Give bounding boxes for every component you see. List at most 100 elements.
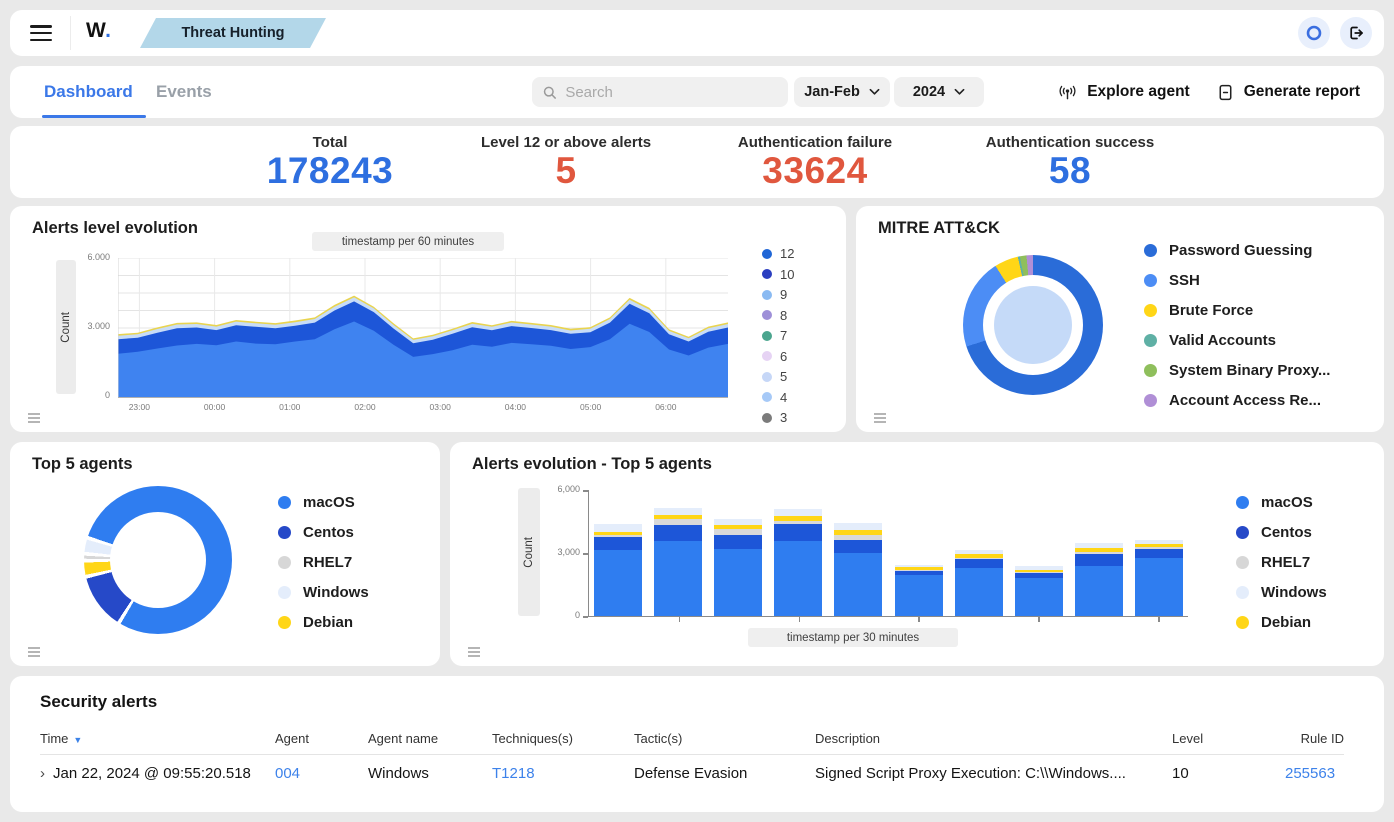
cell-level: 10 xyxy=(1172,765,1285,782)
logout-button[interactable] xyxy=(1340,17,1372,49)
y-tick: 6.000 xyxy=(76,252,110,262)
legend-item[interactable]: Debian xyxy=(1236,614,1327,631)
legend-dot-icon xyxy=(1144,394,1157,407)
bar-segment-macOS xyxy=(1075,566,1123,616)
bar-segment-Centos xyxy=(1075,554,1123,567)
period-dropdown[interactable]: Jan-Feb xyxy=(794,77,890,107)
search-input[interactable] xyxy=(565,84,778,101)
panel-options-icon[interactable] xyxy=(28,413,40,423)
top5-donut-chart[interactable] xyxy=(84,486,232,634)
year-dropdown[interactable]: 2024 xyxy=(894,77,984,107)
bar-b3[interactable] xyxy=(714,519,762,616)
cell-tactics: Defense Evasion xyxy=(634,765,815,782)
legend-item[interactable]: 6 xyxy=(762,349,794,364)
col-techniques[interactable]: Techniques(s) xyxy=(492,731,634,746)
search-box[interactable] xyxy=(532,77,788,107)
legend-item[interactable]: SSH xyxy=(1144,272,1330,289)
mitre-donut-chart[interactable] xyxy=(963,255,1103,395)
panel-options-icon[interactable] xyxy=(28,647,40,657)
generate-report-button[interactable]: Generate report xyxy=(1216,83,1360,102)
legend-item[interactable]: Centos xyxy=(1236,524,1327,541)
legend-item[interactable]: Windows xyxy=(278,584,369,601)
bar-b9[interactable] xyxy=(1075,543,1123,616)
bar-b5[interactable] xyxy=(834,523,882,616)
legend-item[interactable]: 10 xyxy=(762,267,794,282)
x-axis-tick xyxy=(1038,616,1040,622)
y-axis-tick xyxy=(583,616,588,618)
col-level[interactable]: Level xyxy=(1172,731,1285,746)
explore-agent-button[interactable]: Explore agent xyxy=(1057,83,1190,101)
legend-item[interactable]: 12 xyxy=(762,246,794,261)
cell-rule-id-link[interactable]: 255563 xyxy=(1285,765,1344,782)
bar-b10[interactable] xyxy=(1135,540,1183,616)
tab-events[interactable]: Events xyxy=(156,66,212,118)
bar-b2[interactable] xyxy=(654,508,702,616)
tab-dashboard[interactable]: Dashboard xyxy=(44,66,133,118)
legend-item[interactable]: 9 xyxy=(762,287,794,302)
bar-b1[interactable] xyxy=(594,524,642,616)
panel-options-icon[interactable] xyxy=(874,413,886,423)
app-tab-threat-hunting[interactable]: Threat Hunting xyxy=(140,18,326,48)
legend-dot-icon xyxy=(1144,274,1157,287)
bar-b7[interactable] xyxy=(955,550,1003,616)
legend-item[interactable]: RHEL7 xyxy=(278,554,369,571)
bar-b4[interactable] xyxy=(774,509,822,616)
legend-label: Brute Force xyxy=(1169,302,1253,319)
status-circle-button[interactable] xyxy=(1298,17,1330,49)
stat-auth-failure: Authentication failure 33624 xyxy=(738,134,892,192)
legend-item[interactable]: 5 xyxy=(762,369,794,384)
panel-title: Alerts level evolution xyxy=(32,219,198,238)
legend-item[interactable]: Centos xyxy=(278,524,369,541)
col-time[interactable]: Time▼ xyxy=(40,731,275,746)
expand-row-icon[interactable]: › xyxy=(40,765,45,782)
legend-item[interactable]: Debian xyxy=(278,614,369,631)
col-agent[interactable]: Agent xyxy=(275,731,368,746)
col-description[interactable]: Description xyxy=(815,731,1172,746)
document-icon xyxy=(1216,83,1235,102)
legend-item[interactable]: Windows xyxy=(1236,584,1327,601)
area-chart[interactable] xyxy=(118,258,728,398)
stat-level12-alerts: Level 12 or above alerts 5 xyxy=(481,134,651,192)
legend-dot-icon xyxy=(762,413,772,423)
bar-segment-Windows xyxy=(714,519,762,526)
panel-options-icon[interactable] xyxy=(468,647,480,657)
legend-label: Centos xyxy=(1261,524,1312,541)
legend-item[interactable]: 8 xyxy=(762,308,794,323)
x-axis-tick xyxy=(1158,616,1160,622)
stacked-bar-chart[interactable] xyxy=(588,490,1188,617)
bar-b8[interactable] xyxy=(1015,566,1063,616)
bar-segment-Centos xyxy=(714,535,762,550)
bar-b6[interactable] xyxy=(895,565,943,616)
active-tab-underline xyxy=(42,115,146,118)
legend-label: Centos xyxy=(303,524,354,541)
legend-item[interactable]: Password Guessing xyxy=(1144,242,1330,259)
legend-item[interactable]: 7 xyxy=(762,328,794,343)
alerts-level-legend: 12 10 9 8 7 6 5 4 3 xyxy=(762,246,794,431)
legend-label: 3 xyxy=(780,410,787,425)
col-agent-name[interactable]: Agent name xyxy=(368,731,492,746)
col-tactics[interactable]: Tactic(s) xyxy=(634,731,815,746)
table-row[interactable]: ›Jan 22, 2024 @ 09:55:20.518 004 Windows… xyxy=(40,754,1344,792)
legend-item[interactable]: Brute Force xyxy=(1144,302,1330,319)
table-title: Security alerts xyxy=(40,692,157,712)
legend-item[interactable]: RHEL7 xyxy=(1236,554,1327,571)
legend-item[interactable]: Account Access Re... xyxy=(1144,392,1330,409)
stats-bar: Total 178243 Level 12 or above alerts 5 … xyxy=(10,126,1384,198)
x-tick-label: 06:00 xyxy=(655,402,676,412)
col-rule-id[interactable]: Rule ID xyxy=(1285,731,1344,746)
legend-item[interactable]: System Binary Proxy... xyxy=(1144,362,1330,379)
menu-icon[interactable] xyxy=(30,25,52,45)
app-logo[interactable]: W. xyxy=(86,19,112,43)
x-axis-note: timestamp per 30 minutes xyxy=(748,628,958,647)
sort-desc-icon[interactable]: ▼ xyxy=(73,735,82,745)
legend-item[interactable]: Valid Accounts xyxy=(1144,332,1330,349)
legend-item[interactable]: 4 xyxy=(762,390,794,405)
legend-item[interactable]: macOS xyxy=(1236,494,1327,511)
cell-technique-link[interactable]: T1218 xyxy=(492,765,634,782)
legend-item[interactable]: 3 xyxy=(762,410,794,425)
toolbar: Dashboard Events Jan-Feb 2024 Explore a xyxy=(10,66,1384,118)
legend-dot-icon xyxy=(1236,556,1249,569)
table-header: Time▼ Agent Agent name Techniques(s) Tac… xyxy=(40,726,1344,750)
legend-item[interactable]: macOS xyxy=(278,494,369,511)
cell-agent-link[interactable]: 004 xyxy=(275,765,368,782)
